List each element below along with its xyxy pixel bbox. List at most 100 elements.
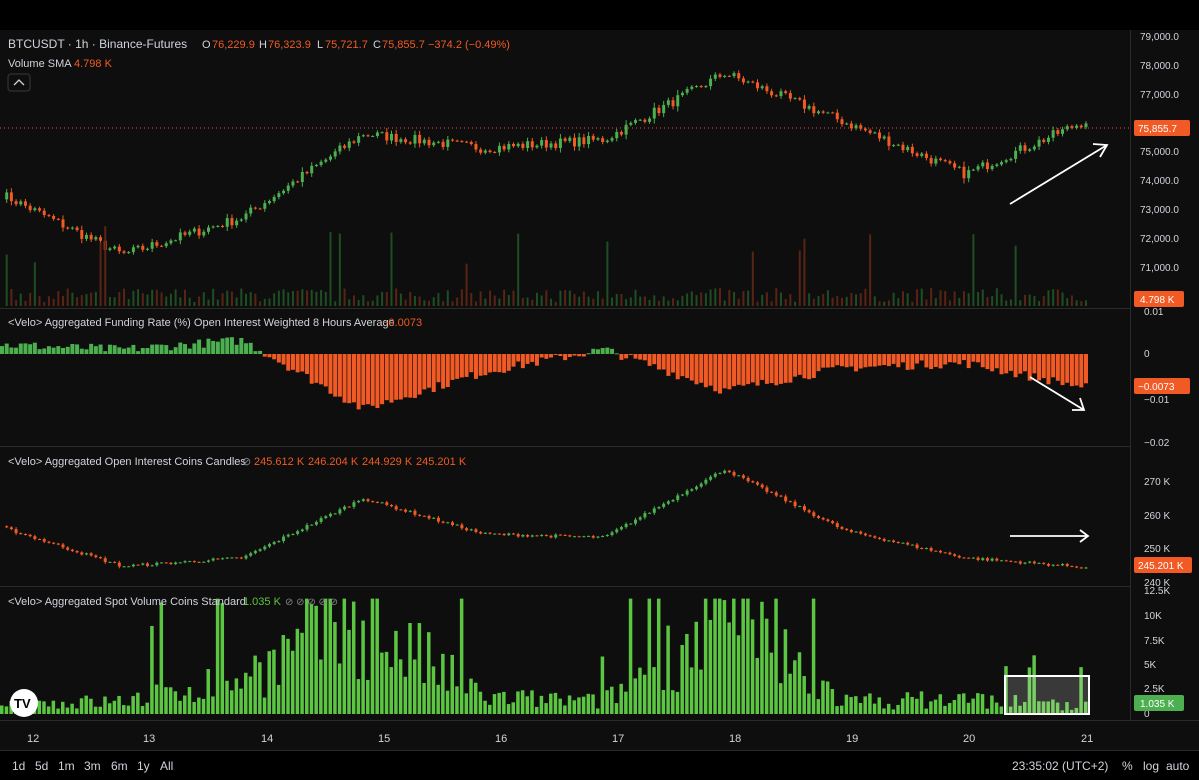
oi-candle	[216, 558, 220, 560]
spot-volume-bar	[389, 667, 393, 714]
volume-bar	[507, 295, 510, 306]
spot-volume-bar	[56, 708, 60, 714]
volume-sma-label[interactable]: Volume SMA	[8, 58, 72, 70]
oi-candle	[258, 549, 262, 551]
price-candle	[929, 157, 933, 164]
oi-candle	[385, 502, 389, 505]
oi-candle	[1046, 563, 1050, 566]
volume-bar	[592, 298, 595, 306]
price-candle	[634, 120, 638, 123]
funding-bar	[929, 354, 934, 370]
volume-bar	[90, 292, 93, 306]
spot-volume-bar	[328, 598, 332, 714]
timeframe-5d[interactable]: 5d	[35, 759, 48, 773]
chart-svg[interactable]: BTCUSDT · 1h · Binance-Futures O 76,229.…	[0, 30, 1199, 750]
price-candle	[347, 141, 351, 148]
funding-bar	[675, 354, 680, 380]
spot-volume-bar	[746, 598, 750, 714]
spot-volume-bar	[488, 704, 492, 714]
price-candle	[1061, 129, 1065, 134]
volume-bar	[57, 291, 60, 306]
oi-candle	[774, 492, 778, 496]
timeframe-1d[interactable]: 1d	[12, 759, 25, 773]
volume-bar	[155, 289, 158, 306]
volume-bar	[1056, 289, 1059, 306]
spot-legend[interactable]: <Velo> Aggregated Spot Volume Coins Stan…	[8, 596, 338, 608]
volume-bar	[770, 301, 773, 306]
price-candle	[718, 74, 722, 77]
funding-legend[interactable]: <Velo> Aggregated Funding Rate (%) Open …	[8, 317, 422, 329]
spot-volume-bar	[694, 621, 699, 714]
spot-volume-bar	[534, 706, 539, 714]
chart-area[interactable]: BTCUSDT · 1h · Binance-Futures O 76,229.…	[0, 30, 1199, 750]
log-toggle[interactable]: log	[1143, 759, 1159, 773]
spot-title[interactable]: <Velo> Aggregated Spot Volume Coins Stan…	[8, 596, 246, 608]
price-candle	[202, 231, 206, 236]
spot-volume-bar	[136, 692, 140, 714]
funding-bar	[572, 354, 577, 356]
spot-volume-bar	[173, 691, 178, 714]
oi-candle	[497, 533, 501, 535]
oi-candle	[976, 557, 980, 560]
eye-off-icon[interactable]: ⊘	[242, 456, 251, 468]
volume-bar	[822, 294, 825, 306]
price-candle	[450, 139, 454, 141]
volume-badge-label: 4.798 K	[1140, 295, 1175, 306]
main-legend[interactable]: BTCUSDT · 1h · Binance-Futures O 76,229.…	[8, 37, 510, 70]
percent-toggle[interactable]: %	[1122, 759, 1133, 773]
volume-bar	[38, 296, 41, 306]
collapse-legend-button[interactable]	[7, 73, 31, 92]
oi-candle	[577, 536, 581, 538]
price-candle	[995, 164, 999, 166]
volume-bar	[29, 292, 32, 306]
oi-open: 245.612 K	[254, 456, 305, 468]
funding-bar	[539, 354, 544, 358]
funding-bar	[961, 354, 966, 361]
clock-time[interactable]: 23:35:02 (UTC+2)	[1012, 759, 1108, 773]
volume-bar	[418, 296, 421, 306]
price-candle	[75, 227, 79, 231]
oi-candle	[680, 494, 684, 496]
funding-bar	[473, 354, 478, 379]
volume-bar	[582, 291, 585, 306]
symbol-title[interactable]: BTCUSDT · 1h · Binance-Futures	[8, 37, 187, 51]
auto-toggle[interactable]: auto	[1166, 759, 1189, 773]
timeframe-all[interactable]: All	[160, 759, 173, 773]
oi-candle	[1061, 564, 1065, 566]
funding-bar	[689, 354, 694, 381]
funding-title[interactable]: <Velo> Aggregated Funding Rate (%) Open …	[8, 317, 395, 329]
price-candle	[817, 111, 821, 114]
price-candle	[169, 240, 173, 244]
oi-candle	[136, 564, 140, 566]
funding-bar	[136, 351, 141, 354]
oi-title[interactable]: <Velo> Aggregated Open Interest Coins Ca…	[8, 456, 246, 468]
funding-bar	[290, 354, 295, 370]
timeframe-6m[interactable]: 6m	[111, 759, 128, 773]
volume-bar	[320, 289, 323, 306]
eye-off-icons[interactable]: ⊘ ⊘ ⊘ ⊘ ⊘	[285, 597, 338, 608]
oi-candle	[549, 535, 553, 538]
spot-volume-bar	[619, 683, 623, 714]
price-axis[interactable]: 79,000.0 78,000.0 77,000.0 75,000.0 74,0…	[1134, 32, 1192, 720]
price-candle	[1051, 130, 1055, 138]
price-candle	[479, 149, 483, 153]
time-axis[interactable]: 12 13 14 15 16 17 18 19 20 21	[27, 733, 1093, 745]
spot-volume-bar	[891, 709, 896, 714]
funding-value: −0.0073	[382, 317, 422, 329]
oi-candle	[817, 516, 821, 518]
price-candle	[422, 139, 426, 144]
tradingview-logo[interactable]: TV	[10, 689, 38, 717]
funding-bar	[905, 354, 910, 370]
timeframe-3m[interactable]: 3m	[84, 759, 101, 773]
price-candle	[873, 132, 877, 134]
spot-volume-bar	[253, 655, 257, 714]
oi-candle	[42, 539, 46, 542]
volume-bar	[625, 299, 628, 306]
spot-volume-bar	[816, 699, 821, 714]
timeframe-1y[interactable]: 1y	[137, 759, 150, 773]
price-tick: 71,000.0	[1140, 263, 1179, 274]
timeframe-1m[interactable]: 1m	[58, 759, 75, 773]
oi-legend[interactable]: <Velo> Aggregated Open Interest Coins Ca…	[8, 456, 467, 468]
volume-bar	[118, 292, 121, 306]
price-candle	[441, 141, 445, 147]
